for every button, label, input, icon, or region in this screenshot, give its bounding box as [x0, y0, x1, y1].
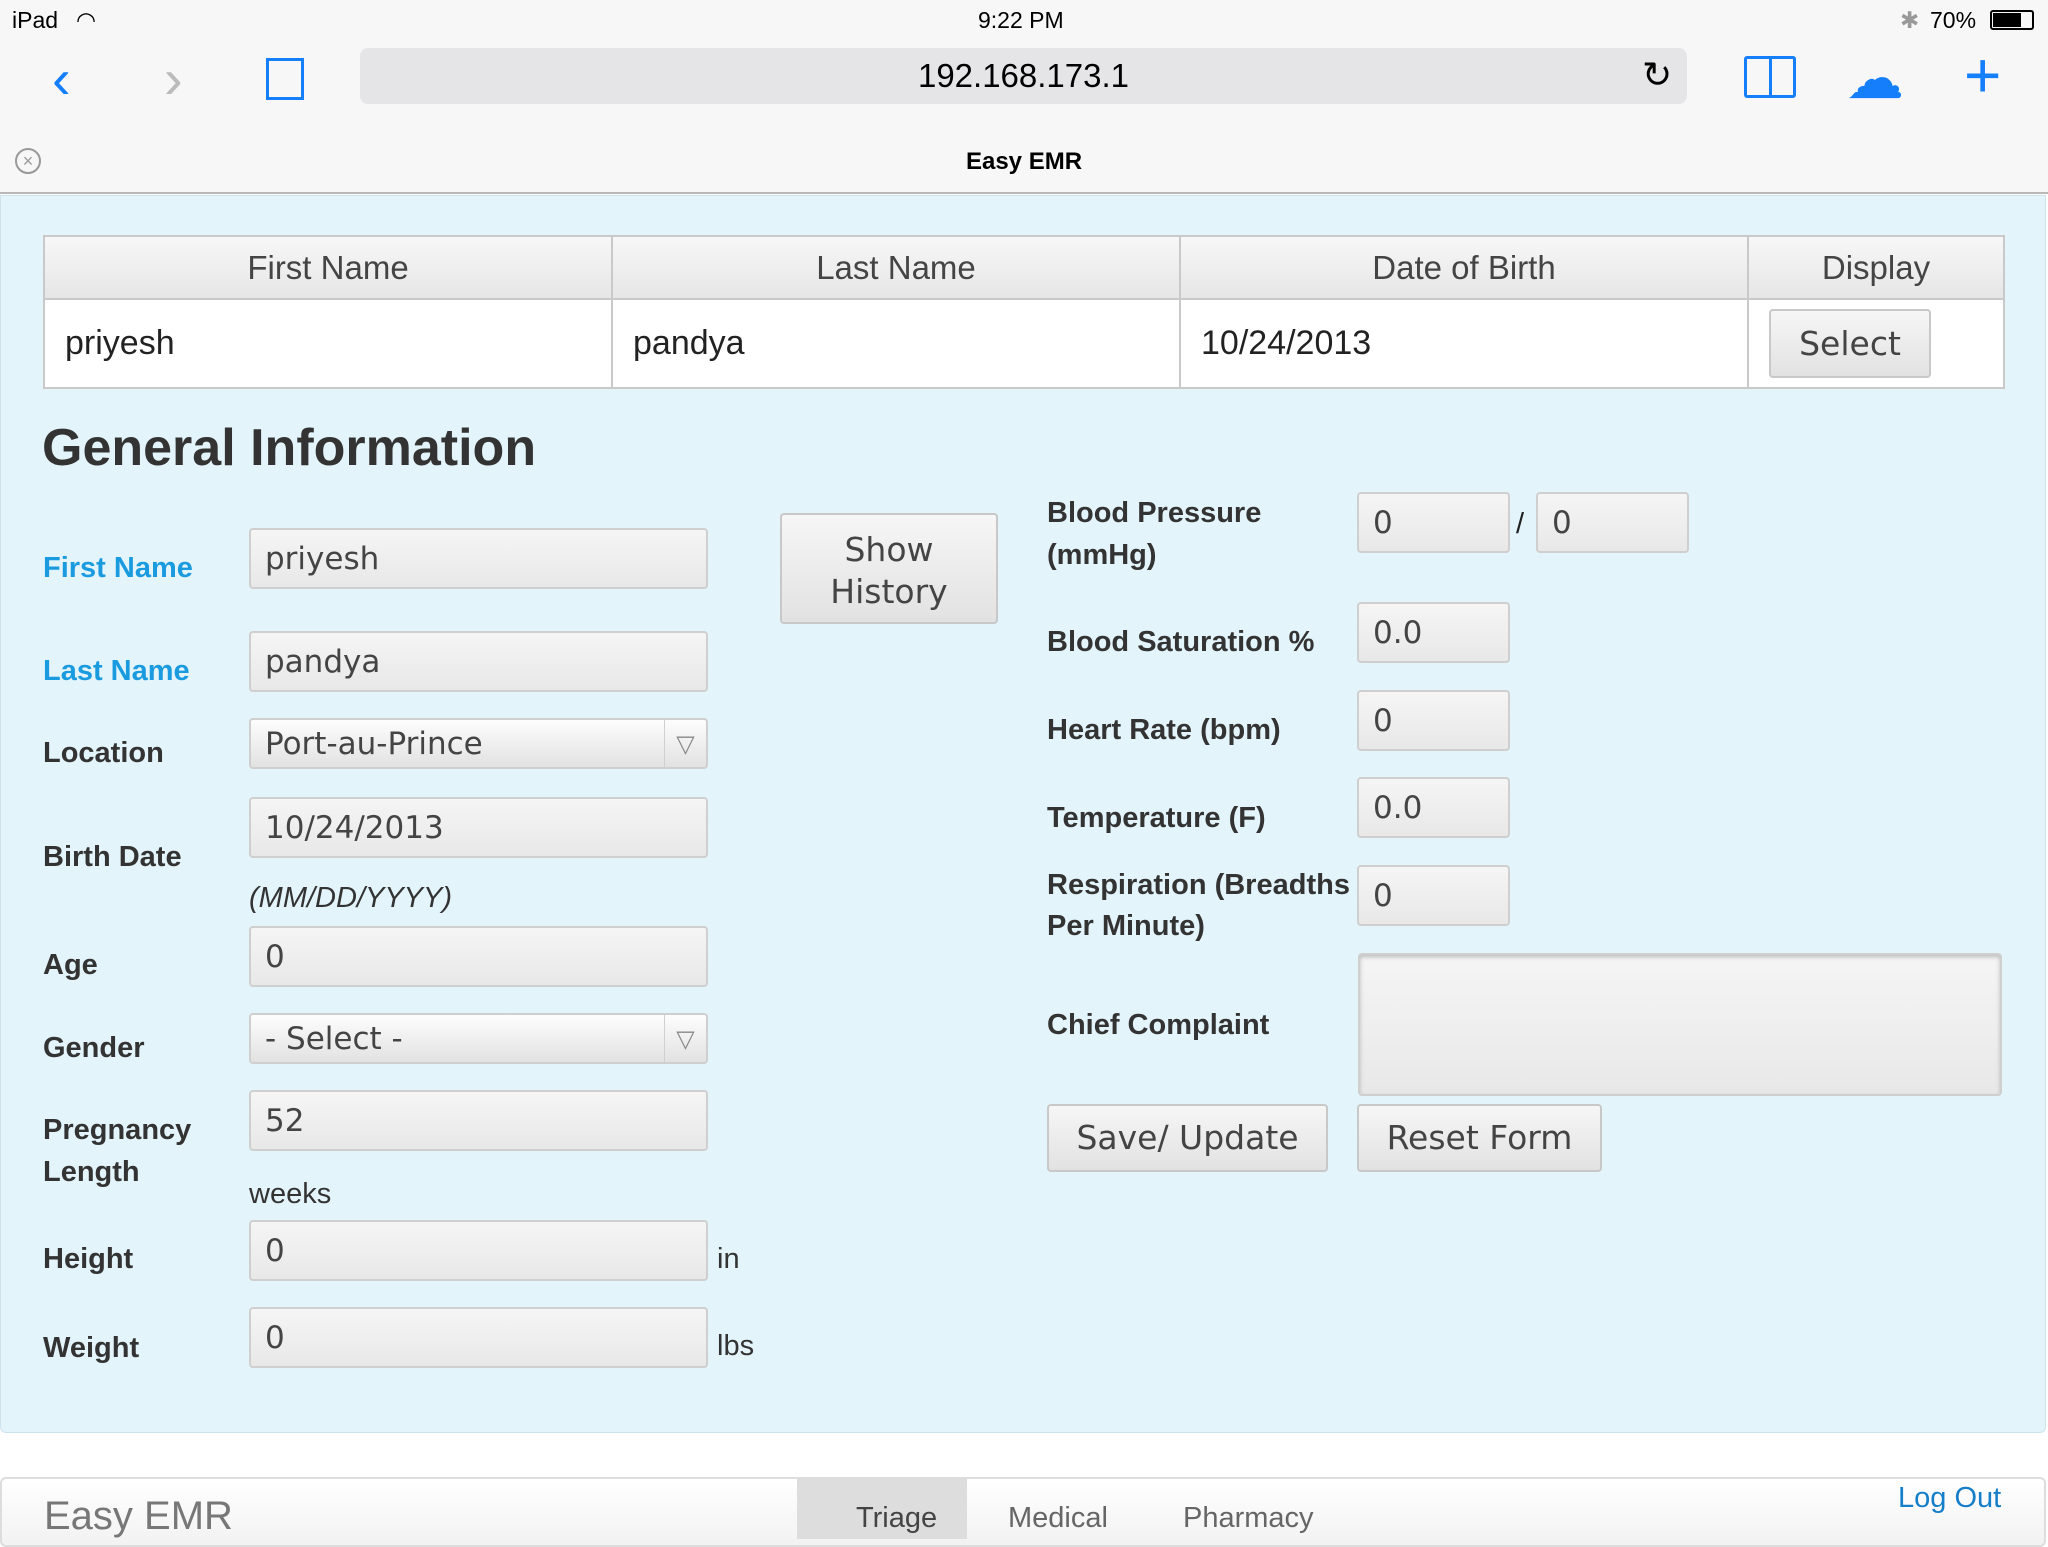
- status-time: 9:22 PM: [978, 7, 1064, 33]
- height-input[interactable]: 0: [249, 1220, 708, 1281]
- cell-last-name: pandya: [611, 298, 1181, 389]
- bp-label: Blood Pressure: [1047, 497, 1262, 529]
- location-label: Location: [43, 737, 164, 769]
- footer-brand[interactable]: Easy EMR: [44, 1494, 233, 1539]
- page-title: General Information: [42, 419, 537, 477]
- show-history-label: Show: [844, 530, 934, 569]
- wifi-icon: ◠: [76, 7, 97, 33]
- first-name-input[interactable]: priyesh: [249, 528, 708, 589]
- location-value: Port-au-Prince: [265, 725, 483, 762]
- header-first-name: First Name: [43, 235, 613, 300]
- cloud-tabs-icon[interactable]: ☁: [1846, 44, 1904, 112]
- back-icon[interactable]: ‹: [52, 46, 71, 111]
- weight-unit: lbs: [717, 1330, 755, 1362]
- tab-title: Easy EMR: [965, 148, 1083, 175]
- battery-percent: 70%: [1930, 7, 1977, 33]
- tab-medical[interactable]: Medical: [1008, 1502, 1108, 1535]
- chief-complaint-textarea[interactable]: [1358, 953, 2002, 1096]
- cell-first-name: priyesh: [43, 298, 613, 389]
- last-name-input[interactable]: pandya: [249, 631, 708, 692]
- patient-table: First Name Last Name Date of Birth Displ…: [43, 235, 2005, 389]
- pregnancy-label-2: Length: [43, 1156, 140, 1188]
- height-unit: in: [717, 1243, 740, 1275]
- share-icon[interactable]: [266, 58, 304, 100]
- forward-icon[interactable]: ›: [164, 46, 183, 111]
- pregnancy-unit: weeks: [249, 1178, 332, 1210]
- tab-pharmacy[interactable]: Pharmacy: [1183, 1502, 1314, 1535]
- birth-date-hint: (MM/DD/YYYY): [249, 882, 452, 914]
- cell-display: Select: [1747, 298, 2005, 389]
- birth-date-label: Birth Date: [43, 841, 182, 873]
- heart-rate-input[interactable]: 0: [1357, 690, 1510, 751]
- bp-diastolic-input[interactable]: 0: [1536, 492, 1689, 553]
- device-name: iPad: [12, 7, 59, 33]
- chevron-down-icon: ▽: [664, 1015, 706, 1062]
- age-label: Age: [43, 949, 98, 981]
- table-row: priyesh pandya 10/24/2013 Select: [43, 298, 2005, 389]
- saturation-input[interactable]: 0.0: [1357, 602, 1510, 663]
- first-name-label: First Name: [43, 552, 193, 584]
- respiration-input[interactable]: 0: [1357, 865, 1510, 926]
- last-name-label: Last Name: [43, 655, 190, 687]
- bp-systolic-input[interactable]: 0: [1357, 492, 1510, 553]
- reload-icon[interactable]: ↻: [1642, 54, 1672, 96]
- saturation-label: Blood Saturation %: [1047, 626, 1315, 658]
- url-text: 192.168.173.1: [917, 57, 1130, 94]
- height-label: Height: [43, 1243, 134, 1275]
- logout-link[interactable]: Log Out: [1898, 1482, 2001, 1515]
- tab-triage[interactable]: Triage: [856, 1502, 937, 1535]
- header-dob: Date of Birth: [1179, 235, 1749, 300]
- show-history-button[interactable]: Show History: [780, 513, 998, 624]
- table-header: First Name Last Name Date of Birth Displ…: [43, 235, 2005, 300]
- show-history-label-2: History: [830, 572, 948, 611]
- respiration-label-2: Per Minute): [1047, 910, 1205, 942]
- pregnancy-input[interactable]: 52: [249, 1090, 708, 1151]
- header-last-name: Last Name: [611, 235, 1181, 300]
- pregnancy-label: Pregnancy: [43, 1114, 192, 1146]
- bookmarks-icon[interactable]: [1744, 56, 1796, 98]
- bp-separator: /: [1516, 508, 1525, 540]
- url-bar[interactable]: 192.168.173.1: [360, 48, 1687, 104]
- bluetooth-icon: ✱: [1900, 7, 1920, 33]
- temperature-label: Temperature (F): [1047, 802, 1266, 834]
- age-input[interactable]: 0: [249, 926, 708, 987]
- new-tab-icon[interactable]: +: [1964, 38, 2001, 112]
- reset-form-button[interactable]: Reset Form: [1357, 1104, 1602, 1172]
- header-display: Display: [1747, 235, 2005, 300]
- temperature-input[interactable]: 0.0: [1357, 777, 1510, 838]
- gender-value: - Select -: [265, 1020, 403, 1057]
- weight-input[interactable]: 0: [249, 1307, 708, 1368]
- chief-complaint-label: Chief Complaint: [1047, 1009, 1270, 1041]
- birth-date-input[interactable]: 10/24/2013: [249, 797, 708, 858]
- save-update-button[interactable]: Save/ Update: [1047, 1104, 1328, 1172]
- gender-select[interactable]: - Select - ▽: [249, 1013, 708, 1064]
- bp-label-2: (mmHg): [1047, 539, 1157, 571]
- location-select[interactable]: Port-au-Prince ▽: [249, 718, 708, 769]
- chevron-down-icon: ▽: [664, 720, 706, 767]
- respiration-label: Respiration (Breadths: [1047, 869, 1350, 901]
- gender-label: Gender: [43, 1032, 145, 1064]
- heart-rate-label: Heart Rate (bpm): [1047, 714, 1281, 746]
- battery-icon: [1990, 10, 2034, 30]
- select-patient-button[interactable]: Select: [1769, 309, 1931, 378]
- browser-chrome: iPad ◠ 9:22 PM ✱ 70% ‹ › 192.168.173.1 ↻…: [0, 0, 2048, 194]
- cell-dob: 10/24/2013: [1179, 298, 1749, 389]
- weight-label: Weight: [43, 1332, 140, 1364]
